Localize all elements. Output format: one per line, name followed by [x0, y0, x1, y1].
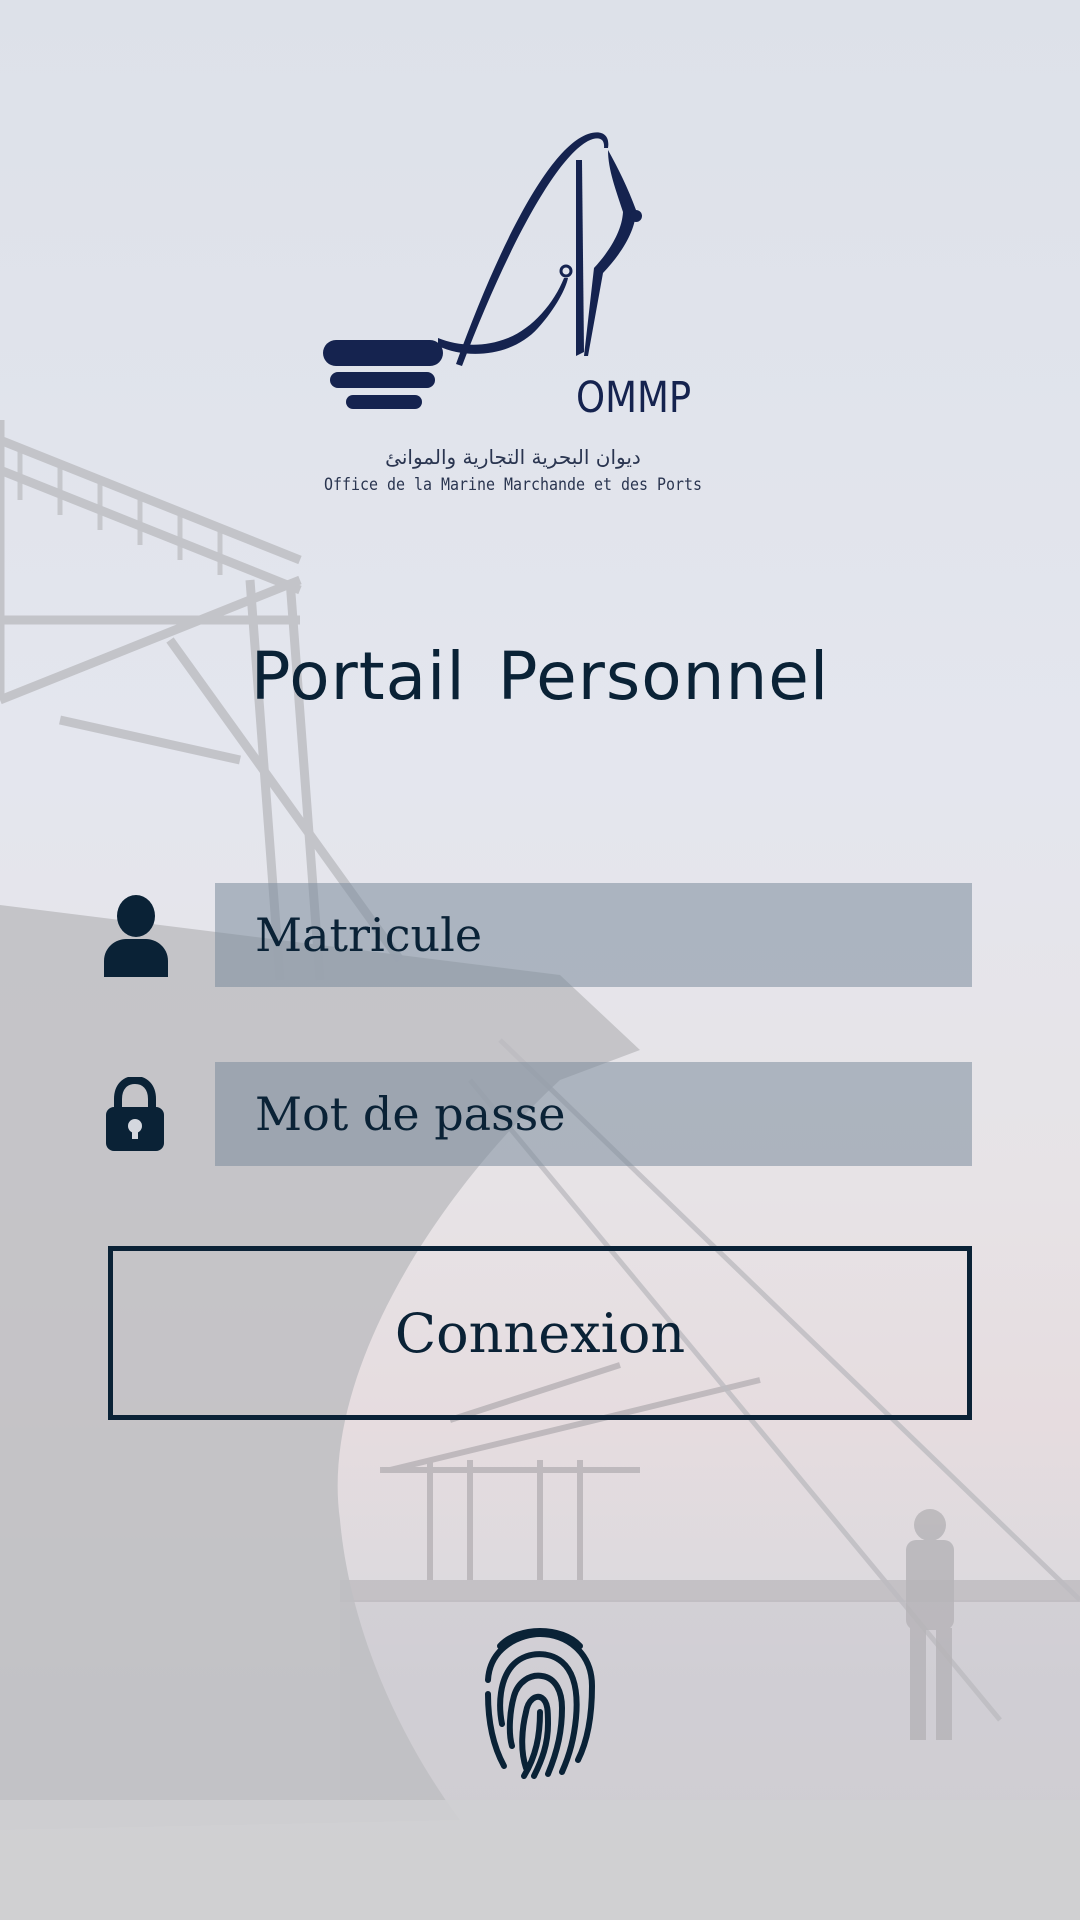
user-icon: [104, 895, 168, 977]
logo-arabic-name: ديوان البحرية التجارية والموانئ: [385, 445, 641, 469]
fingerprint-icon[interactable]: [478, 1620, 602, 1780]
logo-emblem: [323, 132, 642, 409]
password-field-container: [215, 1062, 972, 1166]
logo-acronym: OMMP: [576, 373, 691, 422]
ommp-logo: OMMP ديوان البحرية التجارية والموانئ Off…: [323, 132, 702, 495]
logo-french-name: Office de la Marine Marchande et des Por…: [324, 475, 702, 495]
password-input[interactable]: [215, 1062, 972, 1166]
username-field-container: [215, 883, 972, 987]
lock-icon: [106, 1077, 164, 1151]
page-title: Portail Personnel: [250, 638, 830, 715]
username-input[interactable]: [215, 883, 972, 987]
connexion-button[interactable]: Connexion: [108, 1246, 972, 1420]
